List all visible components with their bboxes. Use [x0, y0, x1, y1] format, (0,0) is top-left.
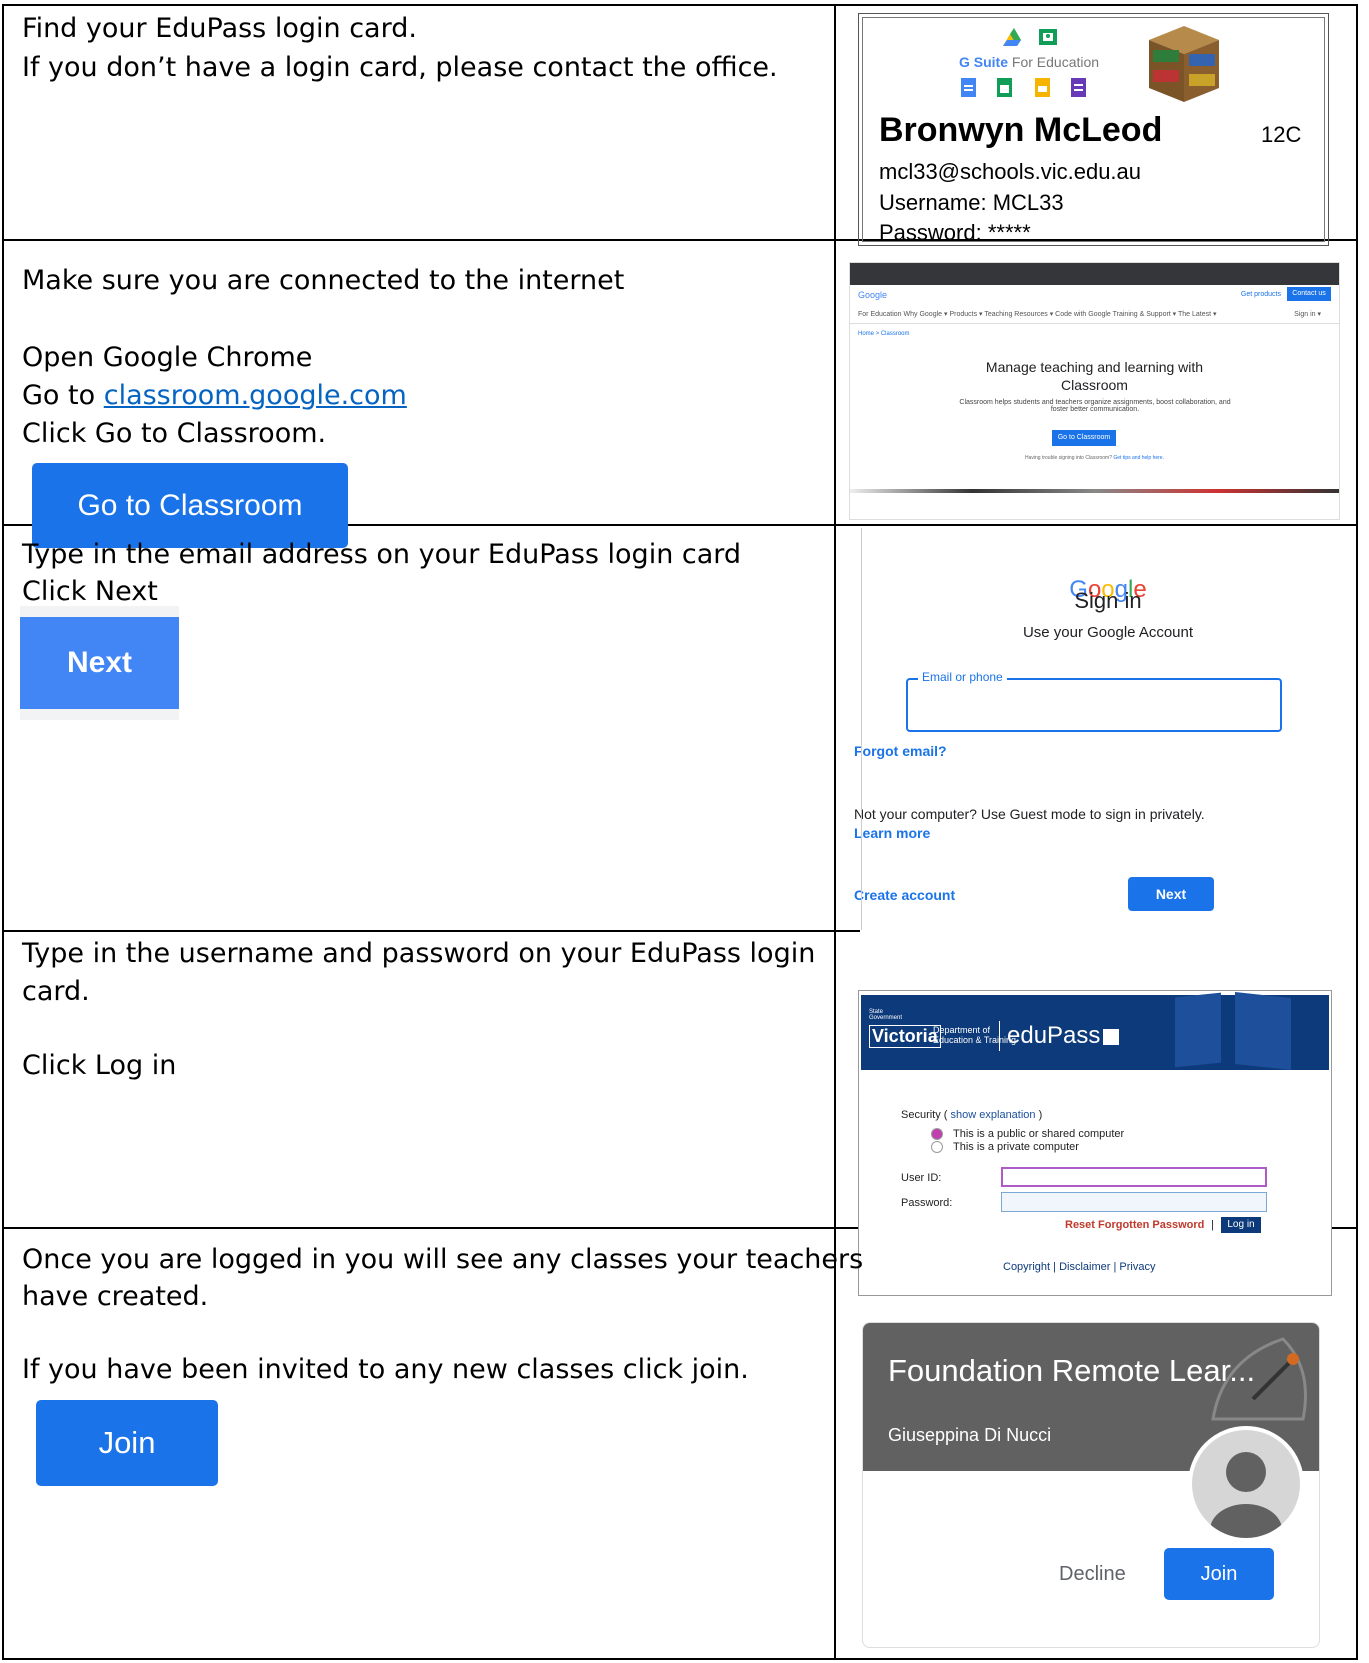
google-logo-small: Google: [858, 290, 888, 300]
department-line-1: Department of: [933, 1025, 991, 1035]
password-input[interactable]: [1001, 1192, 1267, 1212]
classroom-website-screenshot: Google Get products Contact us For Educa…: [849, 262, 1340, 520]
student-class: 12C: [1261, 122, 1302, 147]
email-field-label: Email or phone: [918, 670, 1007, 684]
breadcrumb: Home > Classroom: [858, 331, 910, 337]
sign-in-next-button[interactable]: Next: [1128, 877, 1214, 911]
link-separator: |: [1211, 1219, 1214, 1231]
next-button-image[interactable]: Next: [20, 617, 179, 709]
security-text: Security (: [901, 1109, 948, 1121]
copyright-link[interactable]: Copyright: [1003, 1261, 1050, 1273]
class-join-button[interactable]: Join: [1164, 1548, 1274, 1600]
row-2-line-4: Click Go to Classroom.: [22, 418, 327, 449]
password-label: Password:: [901, 1197, 953, 1209]
forgot-email-link[interactable]: Forgot email?: [854, 743, 947, 759]
row-4-line-2: card.: [22, 976, 90, 1007]
classroom-heading-2: Classroom: [1061, 377, 1128, 393]
create-account-link[interactable]: Create account: [854, 887, 955, 903]
public-computer-label: This is a public or shared computer: [953, 1128, 1125, 1140]
trouble-text: Having trouble signing into Classroom? G…: [850, 455, 1339, 461]
edupass-brand: eduPass: [1007, 1022, 1101, 1049]
row-2-line-2: Open Google Chrome: [22, 342, 313, 373]
department-label: Department of Education & Training: [933, 1025, 1016, 1045]
classroom-class-card: Foundation Remote Lear... Giuseppina Di …: [862, 1322, 1320, 1648]
classroom-link[interactable]: classroom.google.com: [104, 380, 407, 411]
row-4-line-1: Type in the username and password on you…: [22, 938, 816, 969]
sign-in-panel-edge: [861, 528, 862, 930]
gsuite-label-g: G Suite: [959, 54, 1009, 70]
victoria-logo: Victoria: [869, 1025, 941, 1048]
row-1-line-2: If you don’t have a login card, please c…: [22, 52, 778, 83]
learn-more-link[interactable]: Learn more: [854, 825, 930, 841]
row-3-line-1: Type in the email address on your EduPas…: [22, 539, 742, 570]
gsuite-label: G Suite For Education: [959, 54, 1099, 70]
sign-in-subtitle: Use your Google Account: [1022, 624, 1194, 641]
site-nav[interactable]: For Education Why Google ▾ Products ▾ Te…: [858, 310, 1217, 318]
trouble-label: Having trouble signing into Classroom?: [1025, 455, 1112, 461]
avatar: [1188, 1426, 1304, 1542]
row-5-line-2: have created.: [22, 1281, 209, 1312]
row-1-line-1: Find your EduPass login card.: [22, 13, 417, 44]
user-id-label: User ID:: [901, 1172, 942, 1184]
security-paren: ): [1038, 1109, 1043, 1121]
edupass-header: State Government Victoria Department of E…: [861, 992, 1329, 1070]
site-sign-in[interactable]: Sign in ▾: [1294, 310, 1321, 318]
class-title[interactable]: Foundation Remote Lear...: [888, 1353, 1255, 1389]
gsuite-label-rest: For Education: [1011, 54, 1100, 70]
site-go-to-classroom-button[interactable]: Go to Classroom: [1052, 430, 1116, 446]
log-in-button[interactable]: Log in: [1221, 1217, 1261, 1233]
decline-button[interactable]: Decline: [1059, 1563, 1126, 1586]
department-line-2: Education & Training: [933, 1035, 1017, 1045]
header-decoration: [1235, 992, 1291, 1070]
student-password: Password: *****: [879, 220, 1031, 245]
row-2-line-1: Make sure you are connected to the inter…: [22, 265, 625, 296]
row-5-line-3: If you have been invited to any new clas…: [22, 1354, 749, 1385]
goto-prefix: Go to: [22, 380, 104, 411]
trouble-link[interactable]: Get tips and help here.: [1113, 455, 1164, 461]
docs-sheets-slides-forms-icons: [961, 78, 1086, 97]
student-name: Bronwyn McLeod: [879, 111, 1163, 149]
email-field[interactable]: Email or phone: [906, 670, 1282, 732]
row-4-line-3: Click Log in: [22, 1050, 177, 1081]
show-explanation-link[interactable]: show explanation: [951, 1109, 1036, 1121]
edupass-login-card: G Suite For Education Bronwyn McLeod 12C…: [858, 13, 1329, 246]
get-products-link[interactable]: Get products: [1241, 291, 1281, 298]
contact-us-button[interactable]: Contact us: [1287, 287, 1331, 301]
guest-mode-text: Not your computer? Use Guest mode to sig…: [854, 806, 1205, 822]
disclaimer-link[interactable]: Disclaimer: [1059, 1261, 1110, 1273]
row-5-line-1: Once you are logged in you will see any …: [22, 1244, 864, 1275]
private-computer-label: This is a private computer: [953, 1141, 1079, 1153]
edupass-login-screenshot: State Government Victoria Department of E…: [858, 990, 1332, 1296]
student-email: mcl33@schools.vic.edu.au: [879, 159, 1142, 184]
public-computer-radio[interactable]: [931, 1128, 943, 1140]
class-teacher: Giuseppina Di Nucci: [888, 1425, 1052, 1445]
student-username: Username: MCL33: [879, 190, 1064, 215]
security-label: Security ( show explanation ): [901, 1109, 1042, 1121]
sign-in-title: Sign in: [1074, 588, 1142, 613]
edupass-logo-icon: [1103, 1029, 1119, 1045]
footer-links: Copyright | Disclaimer | Privacy: [1003, 1261, 1156, 1273]
private-computer-radio[interactable]: [931, 1141, 943, 1153]
classroom-heading-1: Manage teaching and learning with: [985, 359, 1204, 375]
drive-classroom-icons: [1003, 28, 1057, 46]
join-button-image[interactable]: Join: [36, 1400, 218, 1486]
row-2-line-3: Go to classroom.google.com: [22, 376, 407, 415]
browser-toolbar: [850, 263, 1339, 285]
reset-password-link[interactable]: Reset Forgotten Password: [1065, 1219, 1204, 1231]
person-icon: [1210, 1452, 1282, 1538]
classroom-description: Classroom helps students and teachers or…: [959, 399, 1231, 413]
header-decoration: [1175, 992, 1221, 1068]
page-hero-strip: [850, 489, 1339, 493]
header-divider: [999, 1021, 1000, 1051]
table-column-divider: [834, 4, 836, 1660]
state-government-label: State Government: [869, 1009, 903, 1021]
google-sign-in-panel: Google Sign in Use your Google Account E…: [854, 568, 1356, 984]
privacy-link[interactable]: Privacy: [1119, 1261, 1155, 1273]
user-id-input[interactable]: [1001, 1167, 1267, 1187]
minecraft-bookshelf-icon: [1149, 26, 1219, 102]
nav-divider: [850, 323, 1339, 324]
